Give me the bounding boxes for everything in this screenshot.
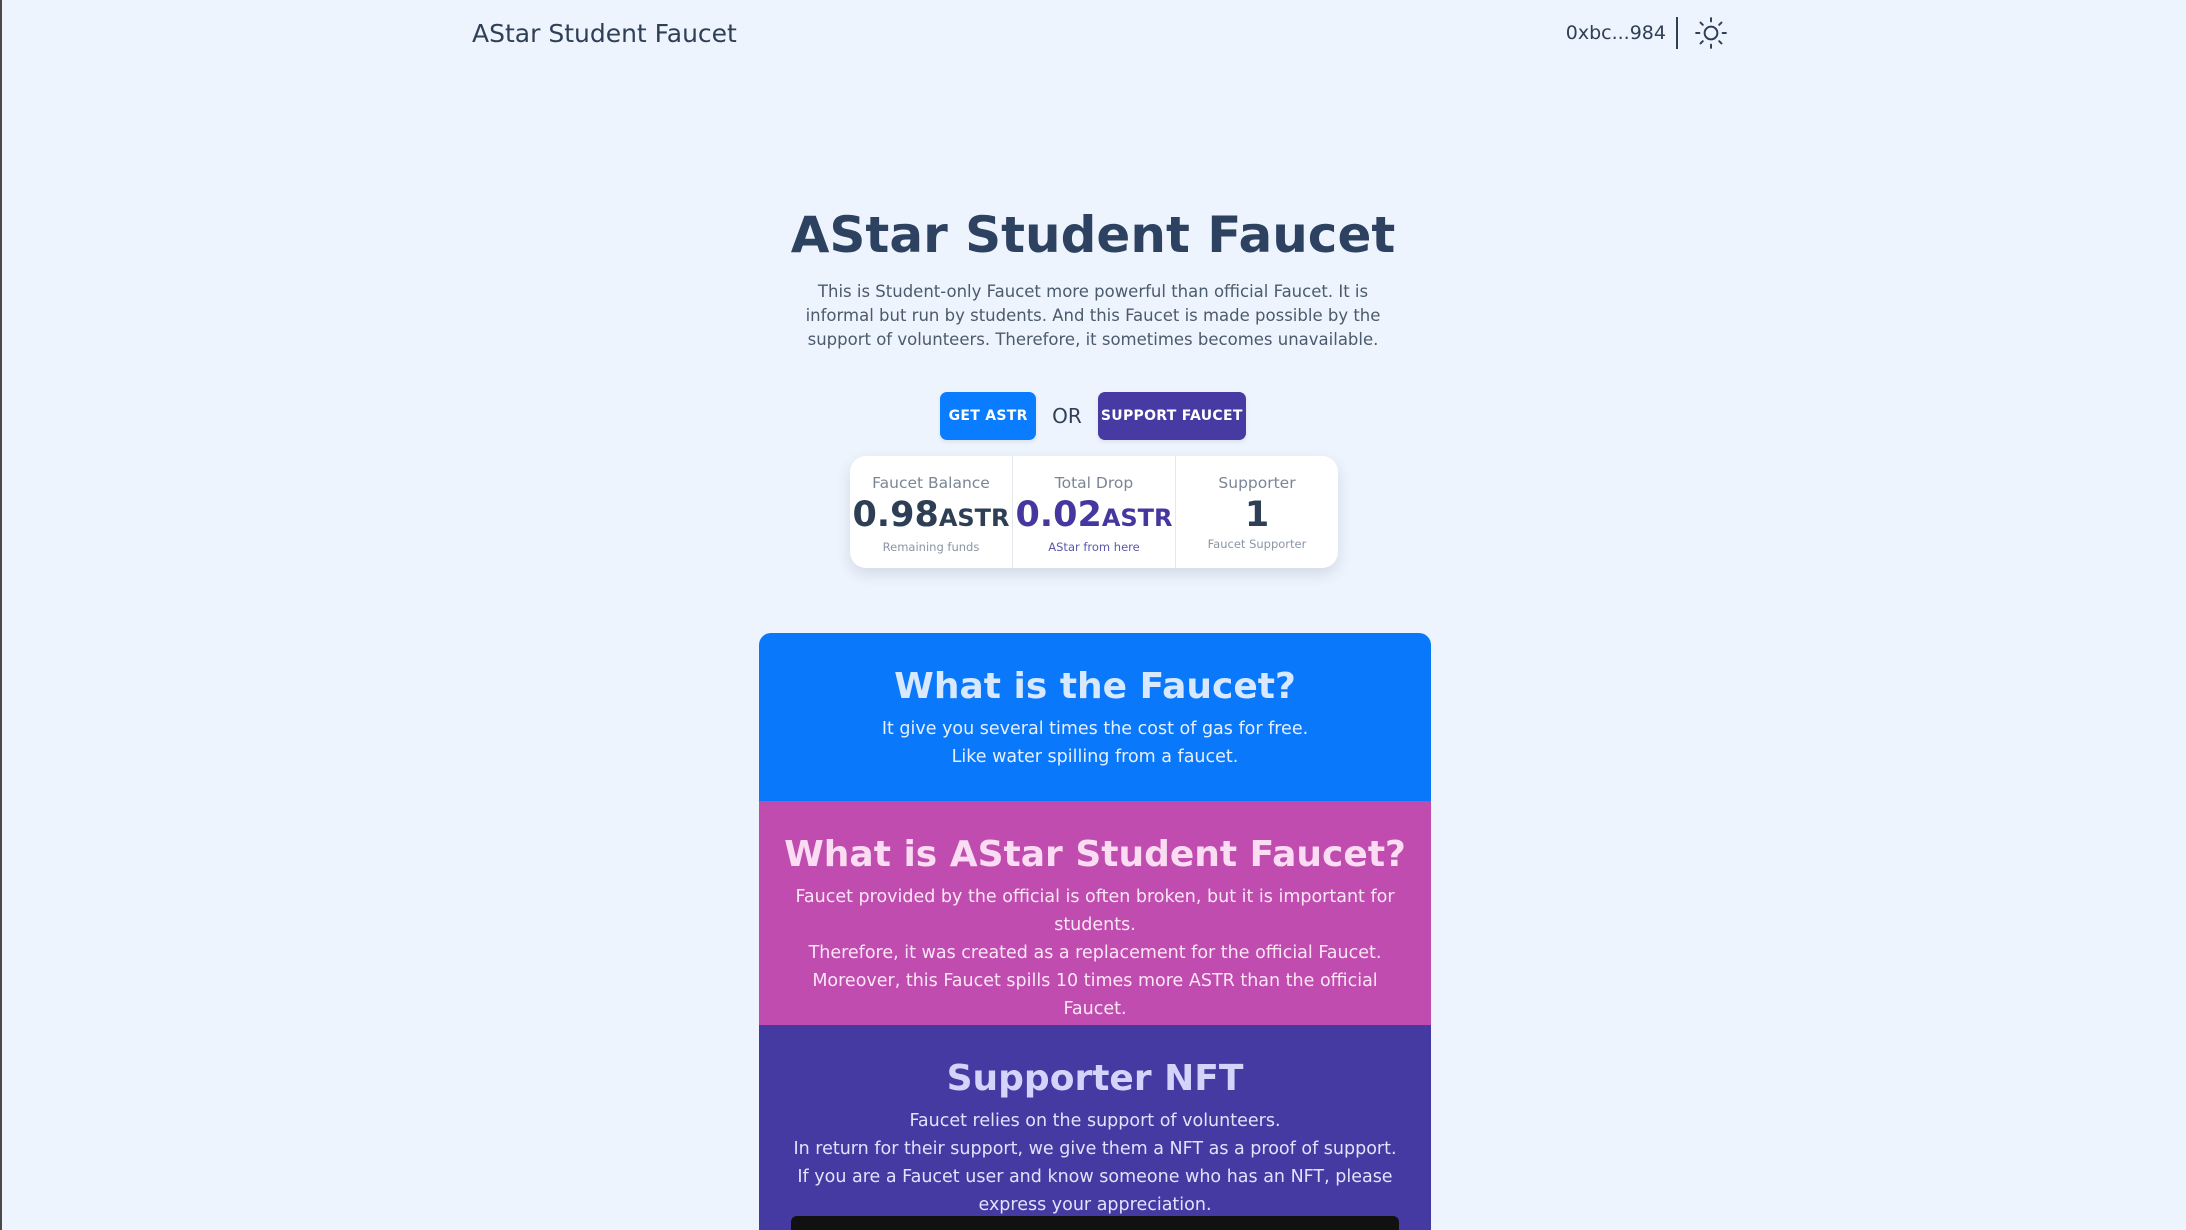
stat-value: 0.98ASTR (850, 495, 1012, 538)
section-heading: What is AStar Student Faucet? (784, 834, 1406, 875)
stat-title: Faucet Balance (872, 474, 990, 492)
section-what-is-faucet: What is the Faucet? It give you several … (759, 633, 1431, 801)
or-label: OR (1052, 404, 1082, 428)
hero-description: This is Student-only Faucet more powerfu… (805, 282, 1381, 349)
section-line: Like water spilling from a faucet. (951, 747, 1239, 767)
section-line: Moreover, this Faucet spills 10 times mo… (812, 971, 1378, 1019)
stat-number: 1 (1244, 495, 1270, 535)
section-line: Faucet relies on the support of voluntee… (909, 1111, 1281, 1131)
nft-preview (791, 1216, 1399, 1230)
action-row: GET ASTR OR SUPPORT FAUCET (0, 392, 2186, 440)
navbar-right: 0xbc...984 (1566, 14, 1730, 52)
stat-description: Remaining funds (882, 540, 980, 554)
stat-unit: ASTR (1101, 504, 1173, 532)
section-text: Faucet provided by the official is often… (785, 883, 1405, 1023)
page-title: AStar Student Faucet (790, 206, 1396, 264)
stat-supporter: Supporter 1 Faucet Supporter (1175, 456, 1338, 568)
navbar: AStar Student Faucet 0xbc...984 (470, 14, 1730, 52)
section-line: If you are a Faucet user and know someon… (797, 1167, 1393, 1215)
get-astr-button[interactable]: GET ASTR (940, 392, 1037, 440)
brand-title[interactable]: AStar Student Faucet (472, 19, 737, 48)
stat-unit: ASTR (938, 504, 1010, 532)
stat-title: Total Drop (1054, 474, 1134, 492)
hero: AStar Student Faucet This is Student-onl… (0, 200, 2186, 352)
stat-number: 0.02 (1015, 495, 1102, 535)
section-text: Faucet relies on the support of voluntee… (785, 1107, 1405, 1219)
stats-panel: Faucet Balance 0.98ASTR Remaining funds … (850, 456, 1338, 568)
stat-title: Supporter (1218, 474, 1296, 492)
window-edge (0, 0, 2, 1230)
sun-icon (1695, 17, 1727, 49)
section-text: It give you several times the cost of ga… (785, 715, 1405, 771)
section-what-is-astar-faucet: What is AStar Student Faucet? Faucet pro… (759, 801, 1431, 1025)
section-line: It give you several times the cost of ga… (881, 719, 1309, 739)
stat-faucet-balance: Faucet Balance 0.98ASTR Remaining funds (850, 456, 1012, 568)
section-heading: What is the Faucet? (894, 666, 1296, 707)
info-sections: What is the Faucet? It give you several … (759, 633, 1431, 1230)
section-supporter-nft: Supporter NFT Faucet relies on the suppo… (759, 1025, 1431, 1230)
wallet-address[interactable]: 0xbc...984 (1566, 22, 1666, 44)
theme-toggle-button[interactable] (1692, 14, 1730, 52)
section-line: Faucet provided by the official is often… (795, 887, 1395, 935)
stat-description: Faucet Supporter (1207, 537, 1307, 551)
navbar-divider (1676, 17, 1678, 49)
stat-value: 0.02ASTR (1013, 495, 1175, 538)
stat-total-drop: Total Drop 0.02ASTR AStar from here (1012, 456, 1175, 568)
stat-value: 1 (1176, 495, 1338, 535)
stat-description: AStar from here (1048, 540, 1140, 554)
section-line: Therefore, it was created as a replaceme… (808, 943, 1382, 963)
section-heading: Supporter NFT (946, 1058, 1244, 1099)
stat-number: 0.98 (852, 495, 939, 535)
support-faucet-button[interactable]: SUPPORT FAUCET (1097, 392, 1246, 440)
section-line: In return for their support, we give the… (793, 1139, 1397, 1159)
